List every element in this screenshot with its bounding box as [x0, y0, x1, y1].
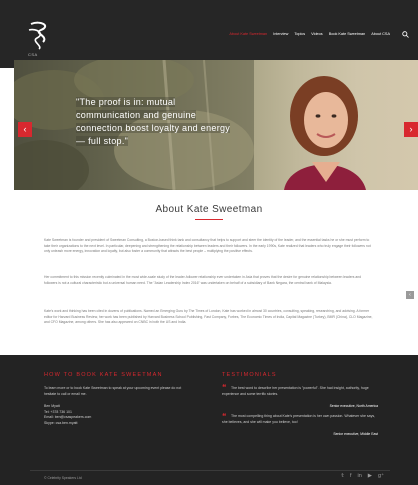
- nav-book-kate-sweetman[interactable]: Book Kate Sweetman: [329, 32, 366, 36]
- nav-about-kate-sweetman[interactable]: About Kate Sweetman: [229, 32, 267, 36]
- nav-about-csa[interactable]: About CSA: [371, 32, 390, 36]
- booking-text: To learn more or to book Kate Sweetman t…: [44, 386, 182, 396]
- slider-next-button[interactable]: ›: [404, 122, 418, 137]
- csa-logo-icon[interactable]: [27, 20, 53, 50]
- contact-skype[interactable]: Skype: csa.ben.myatt: [44, 421, 194, 427]
- nav-videos[interactable]: Videos: [311, 32, 323, 36]
- testimonial-2-author: Senior executive, Middle East: [333, 432, 378, 436]
- booking-heading: HOW TO BOOK KATE SWEETMAN: [44, 372, 163, 378]
- linkedin-icon[interactable]: in: [358, 473, 362, 479]
- testimonial-1-author: Senior executive, North America: [329, 404, 378, 408]
- copyright-text: © Celebrity Speakers Ltd: [44, 476, 82, 480]
- about-paragraph-1: Kate Sweetman is founder and president o…: [44, 238, 371, 254]
- logo-text: CSA: [28, 52, 38, 57]
- testimonial-1-text: The best word to describe her presentati…: [222, 386, 369, 396]
- testimonial-2-text: The most compelling thing about Kate's p…: [222, 414, 376, 424]
- social-links: 𝕥 f in ▶ g⁺: [341, 473, 384, 479]
- nav-topics[interactable]: Topics: [294, 32, 305, 36]
- google-plus-icon[interactable]: g⁺: [378, 473, 384, 479]
- search-icon[interactable]: [402, 31, 409, 38]
- hero-slider: "The proof is in: mutual communication a…: [14, 60, 418, 190]
- site-header: CSA About Kate Sweetman Interview Topics…: [0, 0, 418, 68]
- about-heading: About Kate Sweetman: [155, 204, 263, 215]
- hero-quote: "The proof is in: mutual communication a…: [76, 97, 231, 146]
- nav-interview[interactable]: Interview: [273, 32, 288, 36]
- main-nav: About Kate Sweetman Interview Topics Vid…: [229, 32, 390, 36]
- youtube-icon[interactable]: ▶: [368, 473, 372, 479]
- facebook-icon[interactable]: f: [350, 473, 352, 479]
- contact-details: Ben Myatt Tel: +378 736 101 Email: ben@c…: [44, 404, 194, 426]
- side-scroll-tab[interactable]: ‹: [406, 291, 414, 299]
- about-paragraph-2: Her commitment to this mission recently …: [44, 275, 362, 285]
- speaker-portrait-image: [284, 76, 366, 190]
- heading-divider: [195, 219, 223, 220]
- twitter-icon[interactable]: 𝕥: [341, 473, 344, 479]
- footer-divider: [30, 470, 390, 471]
- slider-prev-button[interactable]: ‹: [18, 122, 32, 137]
- about-paragraph-3: Kate's work and thinking has been cited …: [44, 309, 373, 325]
- testimonials-heading: TESTIMONIALS: [222, 372, 277, 378]
